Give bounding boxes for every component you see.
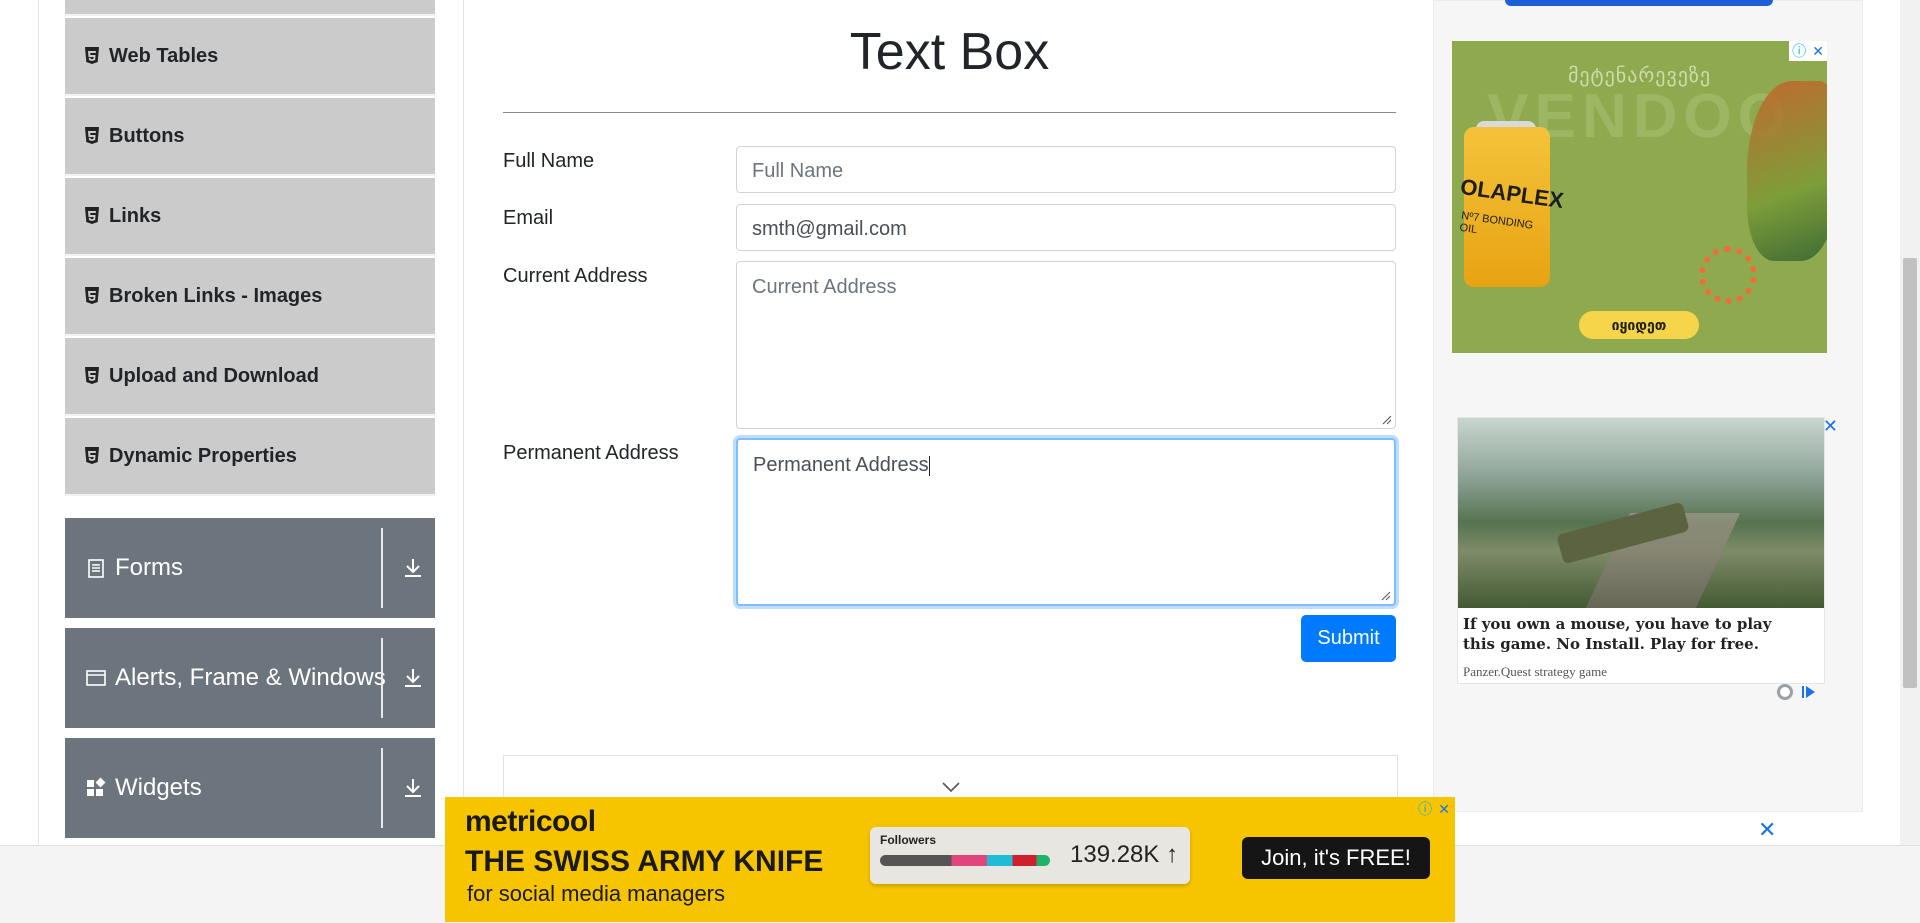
permanent-address-label: Permanent Address xyxy=(503,442,679,464)
html5-icon xyxy=(85,127,99,144)
ad-vendoo[interactable]: მეტენარევეზე VENDOO OLAPLEX Nº7 BONDING … xyxy=(1452,41,1827,353)
group-label: Forms xyxy=(115,554,183,581)
chevron-down-icon[interactable] xyxy=(941,781,961,793)
banner-subline: for social media managers xyxy=(467,881,726,906)
close-icon[interactable]: ✕ xyxy=(1823,416,1838,437)
sidebar-item-previous[interactable] xyxy=(65,0,435,16)
banner-close-icon[interactable]: ✕ xyxy=(1758,817,1776,843)
adchoices-icon[interactable] xyxy=(1776,683,1820,701)
arrow-up-icon: ↑ xyxy=(1166,841,1179,868)
full-name-input[interactable]: Full Name xyxy=(736,146,1396,193)
info-icon[interactable]: ⓘ xyxy=(1418,799,1432,819)
sidebar-item-label: Dynamic Properties xyxy=(109,444,297,467)
html5-icon xyxy=(85,47,99,64)
group-divider xyxy=(381,638,383,718)
group-label: Alerts, Frame & Windows xyxy=(115,664,386,691)
sidebar-item-links[interactable]: Links xyxy=(65,178,435,256)
sidebar-item-label: Web Tables xyxy=(109,44,219,67)
sidebar-item-dynamic-properties[interactable]: Dynamic Properties xyxy=(65,418,435,496)
permanent-address-textarea[interactable]: Permanent Address xyxy=(736,438,1396,606)
current-address-placeholder: Current Address xyxy=(752,276,897,298)
current-address-label: Current Address xyxy=(503,265,648,287)
email-label: Email xyxy=(503,207,554,229)
resize-handle-icon[interactable] xyxy=(1382,415,1392,425)
window-icon xyxy=(86,670,106,686)
text-cursor xyxy=(928,455,930,476)
page-title: Text Box xyxy=(849,23,1050,81)
ad-headline: If you own a mouse, you have to play thi… xyxy=(1463,615,1772,653)
current-address-textarea[interactable]: Current Address xyxy=(736,261,1396,429)
submit-button[interactable]: Submit xyxy=(1301,615,1396,662)
group-label: Widgets xyxy=(115,774,202,801)
html5-icon xyxy=(85,367,99,384)
adchoices-controls[interactable]: ⓘ ✕ xyxy=(1789,41,1827,61)
left-column-border xyxy=(38,0,39,845)
sidebar-item-label: Buttons xyxy=(109,124,185,147)
followers-value: 139.28K ↑ xyxy=(1070,841,1179,868)
ad-game-image xyxy=(1458,418,1824,608)
followers-card: Followers 139.28K ↑ xyxy=(870,827,1190,884)
full-name-label: Full Name xyxy=(503,150,595,172)
group-alerts-frame-windows[interactable]: Alerts, Frame & Windows xyxy=(65,628,435,728)
banner-join-button[interactable]: Join, it's FREE! xyxy=(1242,837,1430,879)
sidebar-item-buttons[interactable]: Buttons xyxy=(65,98,435,176)
badge-ring-image xyxy=(1699,246,1757,304)
group-divider xyxy=(381,748,383,828)
sidebar-item-label: Broken Links - Images xyxy=(109,284,323,307)
scrollbar-thumb[interactable] xyxy=(1903,258,1917,688)
group-widgets[interactable]: Widgets xyxy=(65,738,435,838)
ad-source: Panzer.Quest strategy game xyxy=(1463,664,1608,679)
main-column-border xyxy=(463,0,464,845)
download-icon[interactable] xyxy=(401,556,425,580)
html5-icon xyxy=(85,447,99,464)
permanent-address-value: Permanent Address xyxy=(753,454,929,476)
plant-image xyxy=(1747,81,1827,261)
banner-logo: metricool xyxy=(465,805,596,838)
download-icon[interactable] xyxy=(401,776,425,800)
sidebar-item-upload-download[interactable]: Upload and Download xyxy=(65,338,435,416)
close-icon[interactable]: ✕ xyxy=(1812,43,1824,60)
ad-banner-metricool[interactable]: metricool THE SWISS ARMY KNIFE for socia… xyxy=(445,797,1455,922)
download-icon[interactable] xyxy=(401,666,425,690)
ad-top-button[interactable] xyxy=(1505,0,1773,6)
ad-panzer-quest[interactable]: If you own a mouse, you have to play thi… xyxy=(1457,416,1838,684)
info-icon[interactable]: ⓘ xyxy=(1792,41,1806,61)
sidebar-item-broken-links[interactable]: Broken Links - Images xyxy=(65,258,435,336)
followers-label: Followers xyxy=(880,833,937,847)
html5-icon xyxy=(85,207,99,224)
resize-handle-icon[interactable] xyxy=(1381,591,1391,601)
sidebar-item-web-tables[interactable]: Web Tables xyxy=(65,18,435,96)
form-icon xyxy=(88,559,104,578)
html5-icon xyxy=(85,287,99,304)
adchoices-controls[interactable]: ⓘ ✕ xyxy=(1415,799,1453,819)
close-icon[interactable]: ✕ xyxy=(1438,801,1450,818)
group-divider xyxy=(381,528,383,608)
sidebar-item-label: Upload and Download xyxy=(109,364,319,387)
email-input[interactable]: smth@gmail.com xyxy=(736,204,1396,251)
title-divider xyxy=(503,112,1396,113)
ad-cta-button[interactable]: იყიდეთ xyxy=(1579,311,1699,339)
widgets-icon xyxy=(87,777,106,796)
sidebar-item-label: Links xyxy=(109,204,162,227)
followers-bar xyxy=(880,855,1050,866)
banner-headline: THE SWISS ARMY KNIFE xyxy=(465,845,824,878)
group-forms[interactable]: Forms xyxy=(65,518,435,618)
